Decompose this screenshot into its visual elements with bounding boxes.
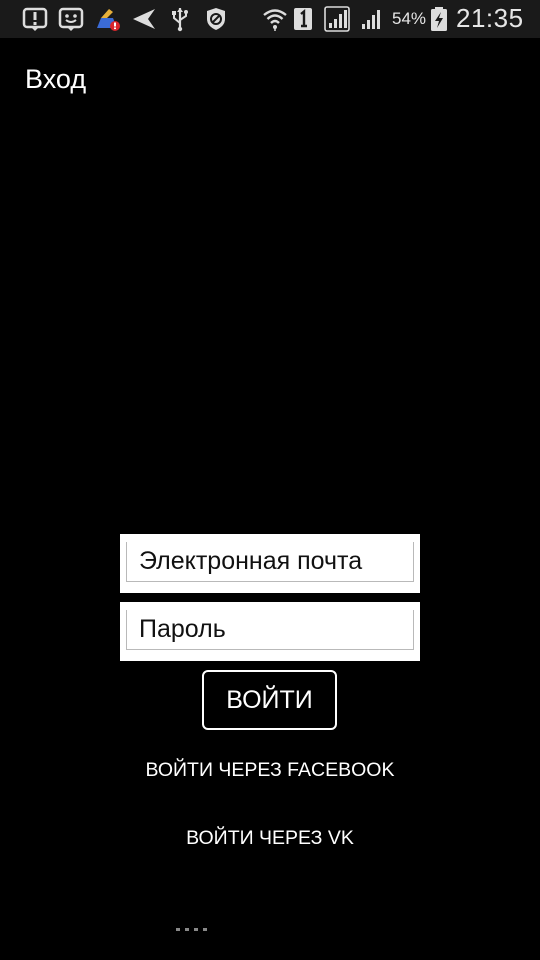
signal-secondary-icon <box>358 6 384 32</box>
login-screen: 54% 21:35 Вход ВОЙТИ ВОЙТИ ЧЕРЕЗ FACEBOO… <box>0 0 540 960</box>
email-field-container <box>120 534 420 593</box>
smiley-notification-icon <box>58 6 84 32</box>
login-button[interactable]: ВОЙТИ <box>202 670 337 730</box>
vk-login-button[interactable]: ВОЙТИ ЧЕРЕЗ VK <box>0 824 540 852</box>
password-field-container <box>120 602 420 661</box>
send-icon <box>131 6 157 32</box>
clock: 21:35 <box>456 3 524 33</box>
signal-icon <box>324 6 350 32</box>
cleaner-app-icon <box>95 6 121 32</box>
password-field[interactable] <box>126 610 414 650</box>
battery-percent: 54% <box>392 9 427 28</box>
email-field[interactable] <box>126 542 414 582</box>
blocked-icon <box>203 6 229 32</box>
bottom-decoration <box>176 928 210 931</box>
alert-icon <box>22 6 48 32</box>
page-title: Вход <box>25 64 87 94</box>
status-bar: 54% 21:35 <box>0 0 540 38</box>
sim-1-icon <box>290 6 316 32</box>
facebook-login-button[interactable]: ВОЙТИ ЧЕРЕЗ FACEBOOK <box>0 756 540 784</box>
wifi-icon <box>262 6 288 32</box>
usb-icon <box>167 6 193 32</box>
battery-charging-icon <box>426 6 452 32</box>
